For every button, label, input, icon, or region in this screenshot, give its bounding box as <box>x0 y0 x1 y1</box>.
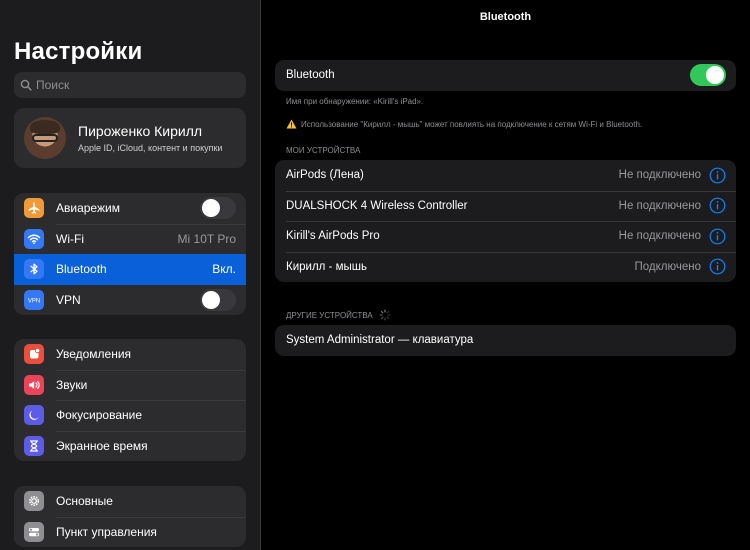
search-input[interactable] <box>36 78 236 92</box>
control-center-icon <box>24 521 44 542</box>
loading-spinner-icon <box>379 309 391 321</box>
device-row[interactable]: Kirill's AirPods Pro Не подключено <box>275 221 736 252</box>
sidebar-item-general[interactable]: Основные <box>14 486 246 517</box>
search-icon <box>20 79 32 91</box>
profile-card[interactable]: Пироженко Кирилл Apple ID, iCloud, конте… <box>14 108 246 168</box>
sidebar-item-airplane[interactable]: Авиарежим <box>14 193 246 224</box>
discovery-note: Имя при обнаружении: «Kirill's iPad». <box>286 97 424 106</box>
sidebar-item-wifi[interactable]: Wi-Fi Mi 10T Pro <box>14 223 246 255</box>
sidebar-item-notifications[interactable]: Уведомления <box>14 339 246 370</box>
sidebar-item-label: VPN <box>56 292 81 307</box>
sidebar-item-label: Уведомления <box>56 347 132 362</box>
vpn-toggle[interactable] <box>200 288 236 311</box>
hourglass-icon <box>24 435 44 456</box>
svg-text:VPN: VPN <box>28 298 40 304</box>
device-row[interactable]: AirPods (Лена) Не подключено <box>275 160 736 191</box>
connectivity-group: Авиарежим Wi-Fi Mi 10T Pro Bluetooth Вкл… <box>14 193 246 315</box>
notifications-group: Уведомления Звуки Фокусирование Экранное… <box>14 339 246 461</box>
sidebar-item-label: Bluetooth <box>56 262 107 277</box>
gear-icon <box>24 491 44 512</box>
vpn-icon: VPN <box>24 289 44 310</box>
moon-icon <box>24 405 44 426</box>
device-name: Kirill's AirPods Pro <box>286 230 380 243</box>
device-status: Не подключено <box>618 199 701 212</box>
device-status: Подключено <box>634 260 702 273</box>
interference-warning: Использование "Кирилл - мышь" может повл… <box>286 119 642 129</box>
detail-title: Bluetooth <box>479 11 532 23</box>
avatar <box>24 117 66 159</box>
sidebar-item-label: Пункт управления <box>56 524 157 539</box>
sounds-icon <box>24 374 44 395</box>
warning-text: Использование "Кирилл - мышь" может повл… <box>301 119 643 129</box>
device-name: Кирилл - мышь <box>286 260 367 273</box>
wifi-icon <box>24 228 44 249</box>
other-devices-header: ДРУГИЕ УСТРОЙСТВА <box>286 309 391 321</box>
airplane-toggle[interactable] <box>200 197 236 220</box>
sidebar-item-vpn[interactable]: VPN VPN <box>14 285 246 316</box>
my-devices-header: МОИ УСТРОЙСТВА <box>286 146 361 155</box>
sidebar-item-label: Wi-Fi <box>56 231 84 246</box>
sidebar-item-screen-time[interactable]: Экранное время <box>14 430 246 462</box>
bluetooth-toggle-label: Bluetooth <box>286 69 335 82</box>
sidebar: Настройки Пироженко Кирилл Apple ID, iCl… <box>0 0 260 550</box>
device-name: AirPods (Лена) <box>286 169 364 182</box>
device-status: Не подключено <box>618 169 701 182</box>
sidebar-item-label: Основные <box>56 494 113 509</box>
bluetooth-detail-pane: Bluetooth Bluetooth Имя при обнаружении:… <box>261 0 750 550</box>
device-name: System Administrator — клавиатура <box>286 334 474 347</box>
warning-icon <box>286 119 297 129</box>
device-row[interactable]: System Administrator — клавиатура <box>275 325 736 356</box>
page-title: Настройки <box>14 38 143 65</box>
sidebar-item-label: Фокусирование <box>56 408 143 423</box>
sidebar-item-sounds[interactable]: Звуки <box>14 369 246 401</box>
info-icon[interactable] <box>709 197 726 214</box>
my-devices-list: AirPods (Лена) Не подключено DUALSHOCK 4… <box>275 160 736 282</box>
bluetooth-toggle[interactable] <box>690 64 726 87</box>
device-name: DUALSHOCK 4 Wireless Controller <box>286 199 468 212</box>
device-row[interactable]: DUALSHOCK 4 Wireless Controller Не подкл… <box>275 190 736 222</box>
info-icon[interactable] <box>709 258 726 275</box>
general-group: Основные Пункт управления <box>14 486 246 547</box>
search-field[interactable] <box>14 72 246 98</box>
sidebar-item-focus[interactable]: Фокусирование <box>14 400 246 431</box>
profile-name: Пироженко Кирилл <box>78 123 203 139</box>
sidebar-item-label: Авиарежим <box>56 201 120 216</box>
info-icon[interactable] <box>709 167 726 184</box>
sidebar-item-control-center[interactable]: Пункт управления <box>14 516 246 548</box>
bluetooth-toggle-card: Bluetooth <box>275 60 736 91</box>
bluetooth-state-value: Вкл. <box>212 262 236 277</box>
airplane-icon <box>24 198 44 219</box>
wifi-network-value: Mi 10T Pro <box>177 231 236 246</box>
device-status: Не подключено <box>618 230 701 243</box>
info-icon[interactable] <box>709 228 726 245</box>
notifications-icon <box>24 344 44 365</box>
bluetooth-toggle-row: Bluetooth <box>275 60 736 91</box>
sidebar-item-bluetooth[interactable]: Bluetooth Вкл. <box>14 254 246 285</box>
other-devices-list: System Administrator — клавиатура <box>275 325 736 356</box>
device-row[interactable]: Кирилл - мышь Подключено <box>275 251 736 283</box>
sidebar-item-label: Звуки <box>56 377 88 392</box>
profile-subtitle: Apple ID, iCloud, контент и покупки <box>78 143 223 153</box>
bluetooth-icon <box>24 259 44 280</box>
sidebar-item-label: Экранное время <box>56 438 148 453</box>
